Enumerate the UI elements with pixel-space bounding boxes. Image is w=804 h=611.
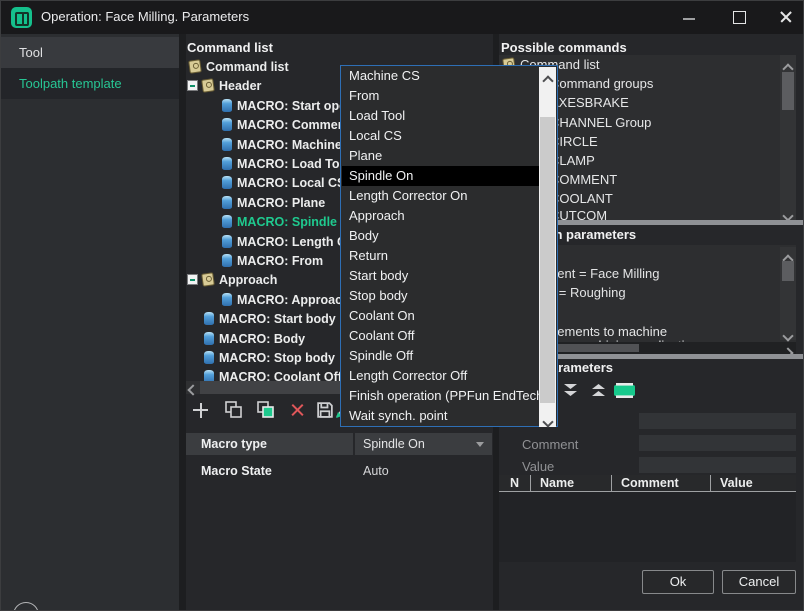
tag-icon <box>201 78 215 93</box>
maximize-icon <box>733 11 746 24</box>
macro-icon <box>222 196 232 209</box>
scroll-down-arrow[interactable] <box>544 413 552 431</box>
double-chevron-up-icon <box>590 382 607 399</box>
comment-input[interactable] <box>639 435 796 451</box>
minimize-icon <box>683 18 695 20</box>
table-header-n: N <box>499 475 530 491</box>
sidebar-item-toolpath-template[interactable]: Toolpath template <box>1 68 179 99</box>
scrollbar-thumb[interactable] <box>782 72 794 110</box>
insert-row-icon <box>614 383 636 399</box>
macro-icon <box>222 99 232 112</box>
value-input[interactable] <box>639 457 796 473</box>
paste-icon <box>255 399 277 423</box>
scrollbar-thumb[interactable] <box>782 261 794 281</box>
macro-icon <box>222 254 232 267</box>
menu-item-approach[interactable]: Approach <box>342 206 541 226</box>
table-header-value: Value <box>710 475 796 491</box>
menu-item-plane[interactable]: Plane <box>342 146 541 166</box>
close-button[interactable] <box>769 1 803 34</box>
sidebar-item-tool[interactable]: Tool <box>1 37 179 68</box>
copy-icon <box>223 399 245 423</box>
macro-icon <box>222 293 232 306</box>
paste-button[interactable] <box>255 399 277 423</box>
cancel-button[interactable]: Cancel <box>722 570 796 594</box>
scroll-left-arrow[interactable] <box>186 381 200 394</box>
copy-button[interactable] <box>223 399 245 423</box>
command-context-menu: Machine CS From Load Tool Local CS Plane… <box>340 65 558 427</box>
macro-icon <box>222 176 232 189</box>
save-icon <box>315 399 335 421</box>
table-body <box>499 492 796 562</box>
ok-button[interactable]: Ok <box>642 570 714 594</box>
menu-item-machine-cs[interactable]: Machine CS <box>342 66 541 86</box>
double-chevron-down-icon <box>562 382 579 399</box>
move-down-button[interactable] <box>562 382 579 404</box>
scroll-up-arrow[interactable] <box>544 72 552 90</box>
value-label: Value <box>522 459 554 474</box>
macro-icon <box>222 118 232 131</box>
menu-item-local-cs[interactable]: Local CS <box>342 126 541 146</box>
collapse-icon[interactable] <box>187 274 198 285</box>
help-button[interactable]: ? <box>13 602 39 611</box>
macro-state-label: Macro State <box>186 464 272 478</box>
menu-vscrollbar[interactable] <box>539 67 556 427</box>
menu-item-stop-body[interactable]: Stop body <box>342 286 541 306</box>
menu-item-from[interactable]: From <box>342 86 541 106</box>
macro-icon <box>222 157 232 170</box>
command-list-title: Command list <box>187 40 273 55</box>
menu-item-length-corrector-on[interactable]: Length Corrector On <box>342 186 541 206</box>
menu-item-coolant-off[interactable]: Coolant Off <box>342 326 541 346</box>
possible-commands-title: Possible commands <box>501 40 627 55</box>
menu-item-length-corrector-off[interactable]: Length Corrector Off <box>342 366 541 386</box>
macro-type-combo[interactable]: Spindle On <box>355 433 492 455</box>
table-header-comment: Comment <box>611 475 710 491</box>
chevron-down-icon <box>476 442 484 447</box>
menu-item-spindle-off[interactable]: Spindle Off <box>342 346 541 366</box>
dialog-window: Operation: Face Milling. Parameters Tool… <box>0 0 804 611</box>
app-logo-icon <box>11 7 32 28</box>
scroll-right-arrow[interactable] <box>784 344 792 362</box>
menu-item-wait-synch-point[interactable]: Wait synch. point <box>342 406 541 426</box>
menu-item-body[interactable]: Body <box>342 226 541 246</box>
macro-icon <box>222 215 232 228</box>
menu-item-finish-operation[interactable]: Finish operation (PPFun EndTech... <box>342 386 541 406</box>
table-header-name: Name <box>530 475 611 491</box>
macro-icon <box>222 138 232 151</box>
macro-icon <box>222 235 232 248</box>
menu-item-coolant-on[interactable]: Coolant On <box>342 306 541 326</box>
menu-item-spindle-on[interactable]: Spindle On <box>342 166 541 186</box>
menu-item-return[interactable]: Return <box>342 246 541 266</box>
macro-icon <box>204 332 214 345</box>
collapse-icon[interactable] <box>187 80 198 91</box>
sidebar-divider <box>179 34 186 611</box>
move-up-button[interactable] <box>590 382 607 404</box>
insert-row-button[interactable] <box>614 383 636 404</box>
tag-icon <box>201 272 215 287</box>
sidebar: Tool Toolpath template ? <box>1 34 179 611</box>
minimize-button[interactable] <box>672 1 706 34</box>
add-command-button[interactable] <box>190 399 212 423</box>
comment-label: Comment <box>522 437 578 452</box>
delete-button[interactable] <box>287 399 309 423</box>
macro-icon <box>204 351 214 364</box>
name-input[interactable] <box>639 413 796 429</box>
operation-parameters-vscrollbar[interactable] <box>780 247 796 340</box>
title-bar: Operation: Face Milling. Parameters <box>1 1 804 34</box>
macro-icon <box>204 312 214 325</box>
scrollbar-thumb[interactable] <box>540 117 555 403</box>
maximize-button[interactable] <box>722 1 756 34</box>
macro-type-label: Macro type <box>186 437 267 451</box>
window-title: Operation: Face Milling. Parameters <box>41 9 249 24</box>
possible-commands-vscrollbar[interactable] <box>780 55 796 221</box>
menu-item-start-body[interactable]: Start body <box>342 266 541 286</box>
tag-icon <box>188 59 202 74</box>
menu-item-load-tool[interactable]: Load Tool <box>342 106 541 126</box>
macro-state-value: Auto <box>363 464 389 478</box>
